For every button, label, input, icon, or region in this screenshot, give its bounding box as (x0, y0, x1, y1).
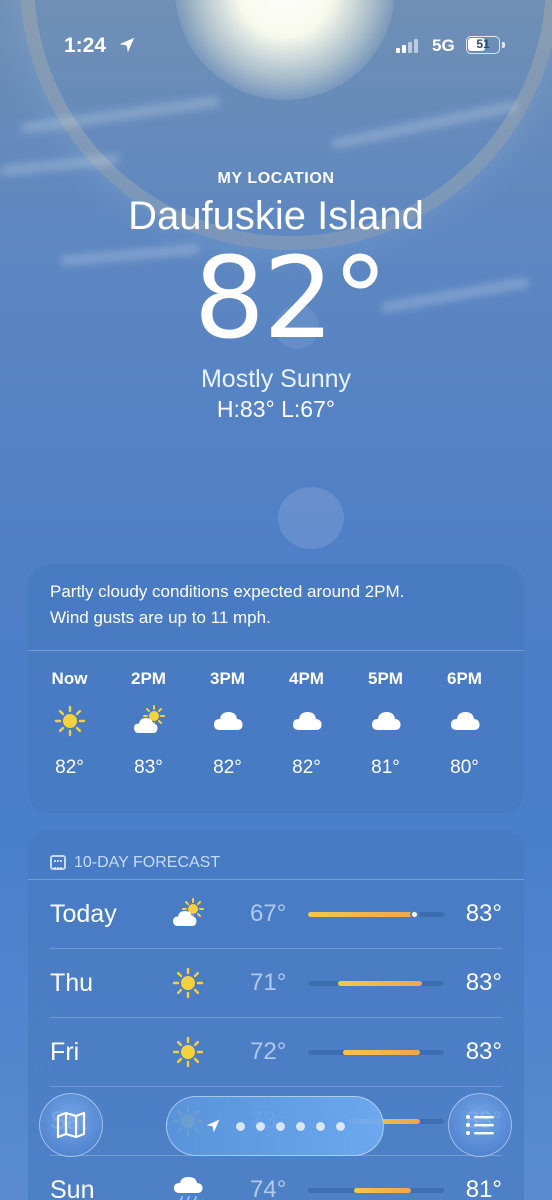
calendar-icon (50, 855, 66, 870)
forecast-high: 83° (466, 1038, 502, 1066)
hour-item[interactable]: 3PM 82° (188, 669, 267, 779)
cloud-streak (20, 96, 219, 134)
forecast-low: 74° (250, 1176, 286, 1200)
page-dot[interactable] (276, 1122, 285, 1131)
cloud-icon (346, 691, 425, 751)
battery-level: 51 (476, 37, 489, 51)
location-pager[interactable] (166, 1096, 384, 1156)
cloud-icon (267, 691, 346, 751)
hour-time: 4PM (267, 669, 346, 691)
hour-item[interactable]: 4PM 82° (267, 669, 346, 779)
current-temp-marker (410, 910, 419, 919)
hour-time: 5PM (346, 669, 425, 691)
forecast-day: Fri (50, 1038, 79, 1067)
forecast-row[interactable]: Today 67° 83° (50, 880, 502, 949)
location-arrow-icon (118, 36, 136, 54)
forecast-summary: Partly cloudy conditions expected around… (28, 565, 524, 651)
forecast-low: 71° (250, 969, 286, 997)
locations-list-button[interactable] (448, 1093, 512, 1157)
forecast-row[interactable]: Sun 74° 81° (50, 1156, 502, 1200)
temperature-range-fill (338, 981, 422, 986)
forecast-low: 67° (250, 900, 286, 928)
network-type: 5G (432, 36, 455, 56)
sun-icon (168, 1034, 208, 1070)
hour-temp: 81° (346, 757, 425, 779)
map-button[interactable] (39, 1093, 103, 1157)
hour-temp: 82° (30, 757, 109, 779)
page-dot[interactable] (296, 1122, 305, 1131)
hour-item[interactable]: 5PM 81° (346, 669, 425, 779)
partly-cloudy-icon (109, 691, 188, 751)
forecast-row[interactable]: Thu 71° 83° (50, 949, 502, 1018)
location-label: MY LOCATION (0, 170, 552, 188)
temperature-range-fill (308, 912, 414, 917)
city-name: Daufuskie Island (0, 194, 552, 239)
hour-item[interactable]: 2PM 83° (109, 669, 188, 779)
forecast-row[interactable]: Fri 72° 83° (50, 1018, 502, 1087)
sun-icon (168, 965, 208, 1001)
summary-line: Partly cloudy conditions expected around… (50, 579, 502, 605)
temperature-range-bar (308, 1188, 444, 1193)
hourly-forecast-card[interactable]: Partly cloudy conditions expected around… (28, 565, 524, 813)
signal-bars-icon (396, 39, 418, 53)
status-time: 1:24 (64, 34, 106, 58)
map-icon (56, 1111, 86, 1139)
current-location-icon (205, 1118, 221, 1134)
battery-tip (502, 42, 505, 48)
list-icon (465, 1113, 495, 1137)
hour-temp: 80° (425, 757, 504, 779)
temperature-range-fill (343, 1050, 419, 1055)
bottom-toolbar (0, 1090, 552, 1160)
summary-line: Wind gusts are up to 11 mph. (50, 605, 502, 631)
page-dot[interactable] (236, 1122, 245, 1131)
current-weather: MY LOCATION Daufuskie Island 82° Mostly … (0, 170, 552, 423)
forecast-high: 83° (466, 900, 502, 928)
hour-temp: 82° (267, 757, 346, 779)
high-low: H:83° L:67° (0, 396, 552, 423)
forecast-day: Sun (50, 1176, 94, 1200)
temperature-range-fill (354, 1188, 411, 1193)
temperature-range-bar (308, 981, 444, 986)
forecast-low: 72° (250, 1038, 286, 1066)
cloud-icon (188, 691, 267, 751)
hour-item[interactable]: Now 82° (30, 669, 109, 779)
weather-condition: Mostly Sunny (0, 365, 552, 394)
cloud-icon (425, 691, 504, 751)
hour-time: 6PM (425, 669, 504, 691)
cloud-streak (331, 100, 519, 149)
hour-time: 3PM (188, 669, 267, 691)
page-dot[interactable] (316, 1122, 325, 1131)
hour-time: Now (30, 669, 109, 691)
temperature-range-bar (308, 912, 444, 917)
page-dot[interactable] (336, 1122, 345, 1131)
status-bar: 1:24 5G 51 (0, 30, 552, 60)
ten-day-header: 10-DAY FORECAST (28, 830, 524, 880)
hour-item[interactable]: 6PM 80° (425, 669, 504, 779)
forecast-day: Today (50, 900, 117, 929)
forecast-high: 81° (466, 1176, 502, 1200)
lens-flare (278, 487, 344, 549)
hour-temp: 82° (188, 757, 267, 779)
ten-day-title: 10-DAY FORECAST (74, 854, 220, 872)
partly-cloudy-icon (168, 896, 208, 932)
forecast-high: 83° (466, 969, 502, 997)
current-temperature: 82° (0, 243, 552, 355)
battery-icon: 51 (466, 36, 500, 54)
hourly-list[interactable]: Now 82° 2PM 83° 3PM 82° 4PM 82° 5PM 81° … (28, 651, 524, 779)
rain-icon (168, 1172, 208, 1200)
page-dot[interactable] (256, 1122, 265, 1131)
hour-time: 2PM (109, 669, 188, 691)
forecast-day: Thu (50, 969, 93, 998)
hour-temp: 83° (109, 757, 188, 779)
temperature-range-bar (308, 1050, 444, 1055)
sun-icon (30, 691, 109, 751)
